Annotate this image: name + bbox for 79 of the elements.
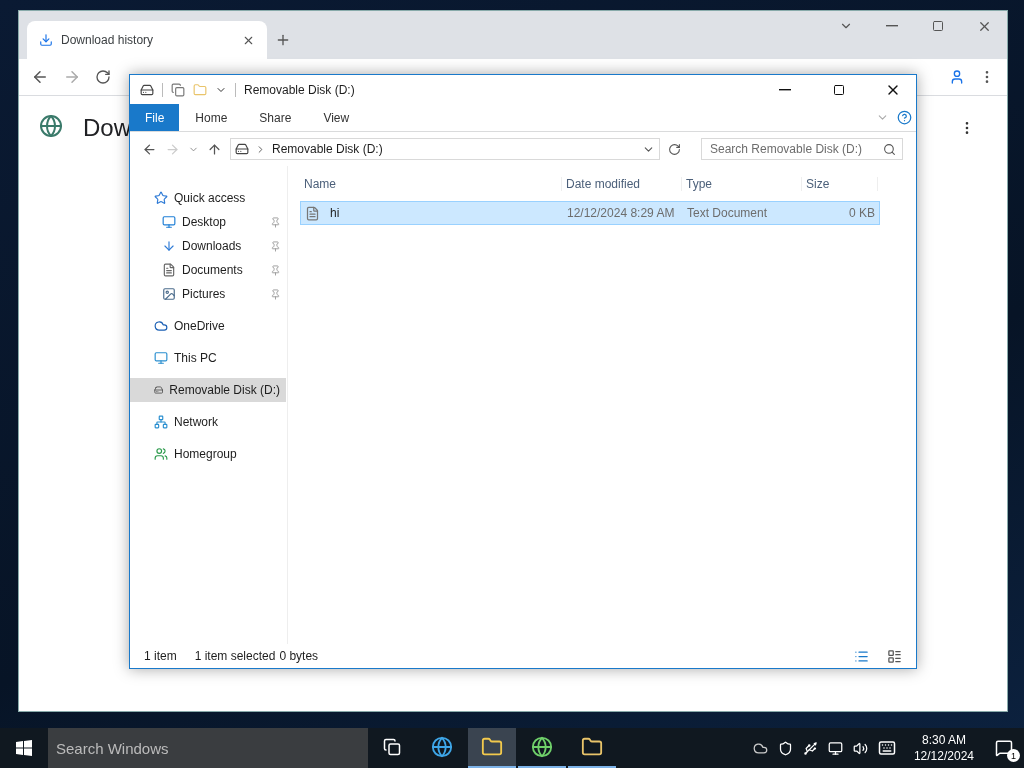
- type-cell-text: Text Document: [686, 206, 769, 220]
- ribbon-tab[interactable]: File: [130, 104, 180, 131]
- ribbon-tab[interactable]: View: [307, 104, 366, 131]
- maximize-icon: [932, 20, 944, 32]
- clock[interactable]: 8:30 AM 12/12/2024: [913, 732, 974, 764]
- column-header[interactable]: Name: [300, 177, 562, 191]
- tiles-view-icon: [887, 648, 902, 664]
- column-header[interactable]: Type: [682, 177, 802, 191]
- nav-item[interactable]: Quick access: [130, 186, 287, 210]
- help-icon: [897, 110, 912, 125]
- notification-count: 1: [1007, 749, 1020, 762]
- computer-icon: [154, 351, 168, 365]
- windows-logo-icon[interactable]: [16, 740, 32, 756]
- selection-size: 0 bytes: [279, 649, 319, 663]
- ribbon-tab[interactable]: Home: [179, 104, 244, 131]
- file-row[interactable]: hi 12/12/2024 8:29 AM Text Document 0 KB: [300, 201, 880, 225]
- tab-title: Download history: [61, 33, 155, 47]
- up-icon: [207, 141, 222, 157]
- notification-icon: [995, 739, 1013, 757]
- star-icon: [154, 191, 168, 205]
- browser-icon: [531, 736, 553, 758]
- address-bar[interactable]: Removable Disk (D:): [230, 138, 660, 160]
- column-header[interactable]: Size: [802, 177, 878, 191]
- download-icon: [39, 33, 53, 47]
- search-field[interactable]: Search Removable Disk (D:): [701, 138, 903, 160]
- selection-status: 1 item selected: [194, 649, 276, 663]
- item-count: 1 item: [144, 649, 177, 663]
- usb-icon: [802, 740, 818, 756]
- search-icon: [883, 142, 896, 156]
- download-icon: [162, 239, 176, 253]
- nav-item[interactable]: Desktop: [130, 210, 287, 234]
- refresh-icon: [668, 142, 681, 156]
- column-header[interactable]: Date modified: [562, 177, 682, 191]
- volume-icon: [852, 740, 868, 756]
- new-tab-icon: [275, 32, 291, 48]
- keyboard-icon: [877, 739, 896, 757]
- browser-tab[interactable]: Download history: [27, 21, 267, 59]
- nav-item[interactable]: Network: [130, 410, 287, 434]
- document-icon: [162, 263, 176, 277]
- nav-item[interactable]: Documents: [130, 258, 287, 282]
- drive-icon: [154, 383, 164, 397]
- nav-item[interactable]: This PC: [130, 346, 287, 370]
- file-name: hi: [329, 206, 340, 220]
- maximize-icon: [833, 83, 845, 96]
- shield-icon: [777, 740, 793, 756]
- reload-icon: [95, 69, 111, 85]
- nav-item[interactable]: Pictures: [130, 282, 287, 306]
- window-title: Removable Disk (D:): [244, 82, 356, 97]
- forward-icon: [165, 141, 180, 157]
- ribbon-tab[interactable]: Share: [243, 104, 308, 131]
- monitor-icon: [162, 215, 176, 229]
- nav-item[interactable]: OneDrive: [130, 314, 287, 338]
- minimize-icon[interactable]: [779, 88, 791, 91]
- size-cell-text: 0 KB: [848, 206, 876, 220]
- folder-icon: [581, 736, 603, 758]
- folder-icon: [481, 736, 503, 758]
- nav-item[interactable]: Removable Disk (D:): [130, 378, 286, 402]
- back-icon: [31, 68, 49, 86]
- task-view-icon: [383, 738, 401, 756]
- cloud-icon: [752, 740, 768, 756]
- page-heading: Dow: [83, 114, 131, 142]
- forward-icon: [63, 68, 81, 86]
- taskbar-search-field[interactable]: Search Windows: [48, 728, 368, 768]
- details-view-icon: [854, 648, 869, 664]
- cloud-icon: [154, 319, 168, 333]
- nav-item[interactable]: Homegroup: [130, 442, 287, 466]
- logo-icon: [39, 114, 63, 138]
- back-icon: [142, 141, 157, 157]
- profile-icon: [949, 69, 965, 85]
- nav-item[interactable]: Downloads: [130, 234, 287, 258]
- date-cell-text: 12/12/2024 8:29 AM: [566, 206, 676, 220]
- homegroup-icon: [154, 447, 168, 461]
- text-file-icon: [305, 205, 320, 221]
- drive-icon: [235, 142, 249, 156]
- picture-icon: [162, 287, 176, 301]
- drive-icon: [140, 82, 154, 97]
- globe-icon: [431, 736, 453, 758]
- taskbar-app[interactable]: [468, 728, 516, 768]
- folder-icon: [193, 82, 207, 97]
